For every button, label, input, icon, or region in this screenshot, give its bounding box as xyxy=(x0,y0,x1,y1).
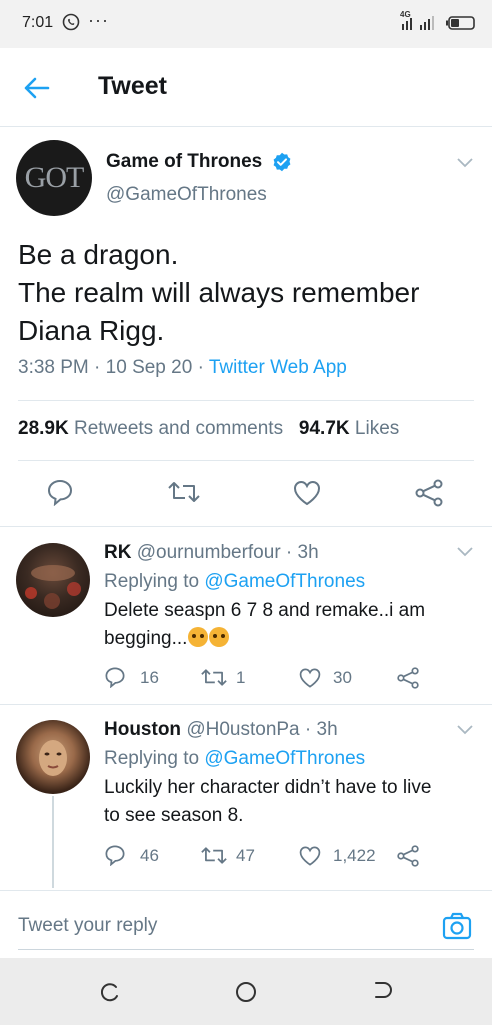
verified-badge-icon xyxy=(273,152,291,172)
replying-to: Replying to @GameOfThrones xyxy=(104,748,366,769)
divider xyxy=(0,526,492,527)
recent-apps-icon[interactable] xyxy=(98,980,122,1004)
author-handle[interactable]: @GameOfThrones xyxy=(106,184,267,206)
system-nav-bar xyxy=(0,958,492,1025)
tweet-source[interactable]: Twitter Web App xyxy=(209,357,347,378)
reply-icon[interactable] xyxy=(104,666,126,688)
reply-icon[interactable] xyxy=(46,478,74,506)
camera-icon[interactable] xyxy=(442,911,472,941)
chevron-down-icon[interactable] xyxy=(456,157,474,169)
reply-input[interactable]: Tweet your reply xyxy=(18,915,157,937)
signal-icon xyxy=(402,16,434,30)
reply-count: 46 xyxy=(140,846,159,865)
tweet-stats: 28.9K Retweets and comments 94.7K Likes xyxy=(18,418,399,440)
back-arrow-icon[interactable] xyxy=(22,74,50,102)
mention-link[interactable]: @GameOfThrones xyxy=(204,748,365,769)
more-notifications-icon: ··· xyxy=(88,10,109,30)
share-icon[interactable] xyxy=(396,845,420,867)
like-icon[interactable] xyxy=(298,667,322,689)
share-icon[interactable] xyxy=(414,479,444,507)
app-header: Tweet xyxy=(0,48,492,127)
retweet-count: 47 xyxy=(236,846,255,865)
reply-composer[interactable]: Tweet your reply xyxy=(0,890,492,959)
reply-count: 16 xyxy=(140,668,159,687)
avatar-photo xyxy=(39,740,67,776)
divider xyxy=(0,704,492,705)
reply-author[interactable]: Houston @H0ustonPa · 3h xyxy=(104,719,338,741)
reply-text: Delete seaspn 6 7 8 and remake..i am beg… xyxy=(104,600,426,649)
tweet-date: 10 Sep 20 xyxy=(105,357,193,378)
thread-line xyxy=(52,796,54,888)
tweet-text-line: Be a dragon. xyxy=(18,239,179,270)
avatar-game-of-thrones[interactable]: GOT xyxy=(16,140,92,216)
like-icon[interactable] xyxy=(292,479,322,507)
crying-emoji-icon xyxy=(188,627,209,647)
tweet-text-line: The realm will always remember xyxy=(18,277,420,308)
like-icon[interactable] xyxy=(298,845,322,867)
replying-to: Replying to @GameOfThrones xyxy=(104,571,366,592)
divider xyxy=(18,400,474,401)
avatar[interactable] xyxy=(16,543,90,617)
retweet-count: 1 xyxy=(236,668,246,687)
retweets-stat[interactable]: 28.9K Retweets and comments xyxy=(18,418,283,439)
likes-stat[interactable]: 94.7K Likes xyxy=(299,418,399,439)
avatar-logo-text: GOT xyxy=(24,161,85,194)
reply-text: Luckily her character didn’t have to liv… xyxy=(104,777,432,826)
battery-icon xyxy=(446,16,475,30)
reply-author[interactable]: RK @ournumberfour · 3h xyxy=(104,542,319,564)
reply-icon[interactable] xyxy=(104,844,126,866)
divider xyxy=(18,460,474,461)
back-icon[interactable] xyxy=(372,980,394,1004)
chevron-down-icon[interactable] xyxy=(456,724,474,736)
home-icon[interactable] xyxy=(234,980,258,1004)
author-name[interactable]: Game of Thrones xyxy=(106,151,262,173)
status-time: 7:01 xyxy=(22,14,54,31)
page-title: Tweet xyxy=(98,72,167,100)
whatsapp-icon xyxy=(62,13,80,31)
tweet-time: 3:38 PM xyxy=(18,357,89,378)
retweet-icon[interactable] xyxy=(167,479,201,505)
avatar-photo xyxy=(25,565,81,609)
tweet-meta: 3:38 PM · 10 Sep 20 · Twitter Web App xyxy=(18,357,347,378)
tweet-text: Be a dragon. The realm will always remem… xyxy=(18,236,419,350)
avatar[interactable] xyxy=(16,720,90,794)
tweet-text-line: Diana Rigg. xyxy=(18,315,165,346)
retweet-icon[interactable] xyxy=(200,667,228,688)
like-count: 1,422 xyxy=(333,846,376,865)
like-count: 30 xyxy=(333,668,352,687)
input-underline xyxy=(18,949,474,950)
status-bar: 7:01 ··· 4G xyxy=(0,0,492,48)
retweet-icon[interactable] xyxy=(200,845,228,866)
chevron-down-icon[interactable] xyxy=(456,546,474,558)
mention-link[interactable]: @GameOfThrones xyxy=(204,571,365,592)
share-icon[interactable] xyxy=(396,667,420,689)
crying-emoji-icon xyxy=(209,627,230,647)
